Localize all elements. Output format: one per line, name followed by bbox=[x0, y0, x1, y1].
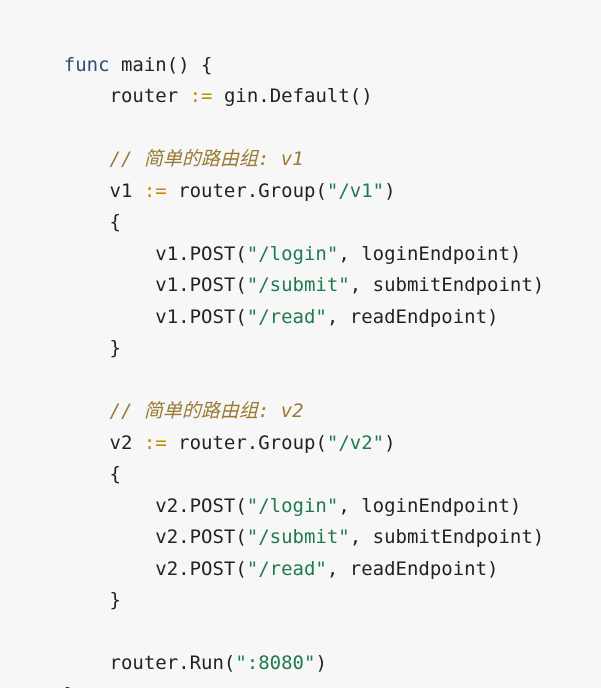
code-string: "/submit" bbox=[246, 274, 350, 296]
code-line: router.Run(":8080") bbox=[18, 617, 601, 674]
code-line: // 简单的路由组: v2 bbox=[18, 365, 601, 422]
code-token: router.Run( bbox=[63, 652, 236, 674]
code-string: ":8080" bbox=[235, 652, 316, 674]
code-token: router bbox=[63, 85, 190, 107]
code-token: } bbox=[64, 684, 75, 688]
code-token: { bbox=[63, 463, 121, 485]
code-token: := bbox=[189, 85, 213, 107]
code-token: , submitEndpoint) bbox=[349, 526, 545, 548]
code-token: , readEndpoint) bbox=[326, 557, 499, 580]
code-block: func main() { router := gin.Default() //… bbox=[0, 0, 601, 688]
code-token: , submitEndpoint) bbox=[349, 274, 545, 296]
code-token: gin.Default() bbox=[212, 85, 373, 107]
code-token: { bbox=[63, 211, 121, 233]
code-string: "/v2" bbox=[326, 431, 385, 454]
code-token: , loginEndpoint) bbox=[338, 242, 522, 265]
code-string: "/submit" bbox=[246, 526, 350, 548]
code-token: v1 bbox=[63, 179, 144, 202]
code-token: ) bbox=[384, 179, 396, 202]
code-token: v2 bbox=[63, 431, 144, 454]
code-token: := bbox=[143, 179, 167, 202]
code-token: } bbox=[63, 337, 121, 359]
code-comment: // 简单的路由组: v1 bbox=[63, 148, 304, 170]
code-token: v1.POST( bbox=[63, 242, 247, 265]
code-token: v2.POST( bbox=[63, 494, 247, 517]
code-token: func bbox=[63, 53, 110, 76]
code-comment: // 简单的路由组: v2 bbox=[63, 400, 304, 422]
code-token: } bbox=[63, 589, 121, 611]
code-string: "/login" bbox=[246, 242, 339, 265]
code-token: , loginEndpoint) bbox=[338, 494, 522, 517]
code-token: ) bbox=[315, 652, 327, 674]
code-token: ) bbox=[384, 431, 396, 454]
code-token: , readEndpoint) bbox=[326, 305, 499, 328]
code-token: := bbox=[143, 431, 167, 454]
code-token: router.Group( bbox=[166, 179, 327, 202]
code-string: "/read" bbox=[246, 557, 327, 580]
code-line: // 简单的路由组: v1 bbox=[18, 113, 601, 170]
code-string: "/v1" bbox=[326, 179, 385, 202]
code-line: func main() { bbox=[18, 18, 601, 76]
code-token: v2.POST( bbox=[63, 526, 247, 548]
code-string: "/read" bbox=[246, 305, 327, 328]
code-token: router.Group( bbox=[166, 431, 327, 454]
code-token: v2.POST( bbox=[63, 557, 247, 580]
code-token: v1.POST( bbox=[63, 274, 247, 296]
code-token: v1.POST( bbox=[63, 305, 247, 328]
code-string: "/login" bbox=[246, 494, 339, 517]
code-token: main() { bbox=[109, 53, 213, 76]
